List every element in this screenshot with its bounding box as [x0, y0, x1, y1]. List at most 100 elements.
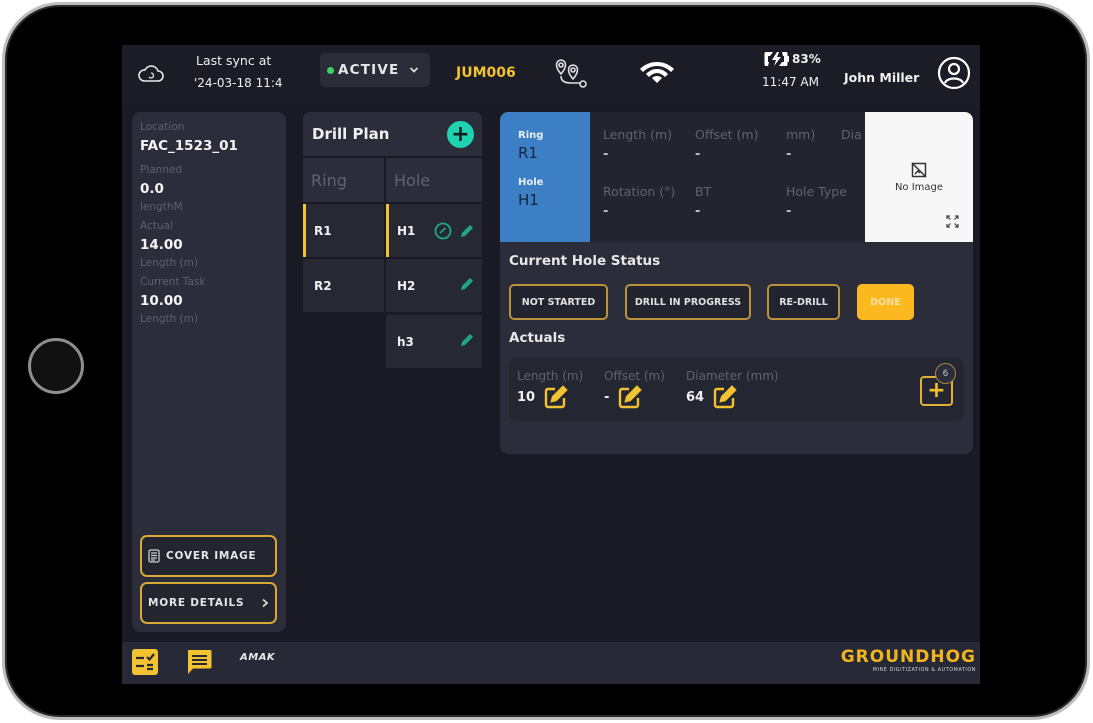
- attr-hole-type-label: Hole Type: [786, 184, 847, 199]
- status-label: ACTIVE: [338, 62, 400, 78]
- ring-label: R2: [314, 278, 332, 293]
- actual-length-field: Length (m) 10: [517, 369, 583, 410]
- hole-label: H1: [397, 223, 416, 238]
- user-name: John Miller: [844, 70, 920, 85]
- hole-label: Hole: [518, 177, 544, 188]
- chevron-right-icon: [262, 598, 269, 608]
- status-label: DONE: [870, 296, 901, 308]
- attr-rotation-value: -: [603, 204, 609, 219]
- ring-item-r1[interactable]: R1: [303, 204, 384, 257]
- attr-offset-label: Offset (m): [695, 127, 759, 142]
- hole-image-preview[interactable]: No Image: [865, 112, 973, 242]
- attr-offset-value: -: [695, 147, 701, 162]
- status-not-started-button[interactable]: NOT STARTED: [509, 284, 608, 320]
- edit-length-icon[interactable]: [543, 385, 568, 410]
- chat-icon[interactable]: [186, 649, 212, 675]
- status-label: NOT STARTED: [521, 296, 596, 308]
- hole-column-header: Hole: [386, 158, 482, 202]
- edit-diameter-icon[interactable]: [712, 385, 737, 410]
- task-checklist-icon[interactable]: [132, 649, 158, 675]
- edit-hole-icon[interactable]: [460, 224, 474, 238]
- hole-item-h1[interactable]: H1: [386, 204, 482, 257]
- attr-mm-label: mm): [786, 127, 816, 142]
- bottom-bar: AMAK GROUNDHOG MINE DIGITIZATION & AUTOM…: [122, 642, 980, 684]
- status-label: DRILL IN PROGRESS: [634, 296, 742, 308]
- attr-rotation-label: Rotation (°): [603, 184, 676, 199]
- actuals-count-badge: 6: [935, 363, 956, 384]
- actual-diameter-field: Diameter (mm) 64: [686, 369, 779, 410]
- status-label: RE-DRILL: [779, 296, 828, 308]
- document-icon: [148, 549, 160, 563]
- top-bar: Last sync at '24-03-18 11:4 ACTIVE JUM00…: [122, 45, 980, 107]
- route-map-icon[interactable]: [552, 57, 590, 91]
- current-task-value: 10.00: [140, 293, 183, 309]
- ring-item-r2[interactable]: R2: [303, 259, 384, 312]
- planned-unit: lengthM: [140, 201, 183, 213]
- add-plan-button[interactable]: +: [447, 121, 474, 148]
- status-dot-icon: [327, 66, 334, 74]
- edit-hole-icon[interactable]: [460, 277, 474, 291]
- hole-value: H1: [518, 191, 539, 209]
- hole-attributes: Length (m) - Offset (m) - mm) - Dia Rota…: [590, 112, 865, 242]
- actual-offset-field: Offset (m) -: [604, 369, 665, 410]
- attr-bt-value: -: [695, 204, 701, 219]
- hole-item-h3[interactable]: h3: [386, 315, 482, 368]
- wifi-icon: [640, 62, 674, 83]
- check-circle-icon: [434, 222, 452, 240]
- attr-hole-type-value: -: [786, 204, 792, 219]
- status-drill-in-progress-button[interactable]: DRILL IN PROGRESS: [625, 284, 751, 320]
- current-task-unit: Length (m): [140, 313, 198, 325]
- planned-label: Planned: [140, 164, 183, 176]
- attr-length-value: -: [603, 147, 609, 162]
- user-profile-icon[interactable]: [937, 56, 971, 90]
- chevron-down-icon: [410, 67, 419, 73]
- cover-image-button[interactable]: COVER IMAGE: [140, 535, 277, 577]
- attr-bt-label: BT: [695, 184, 712, 199]
- no-image-text: No Image: [894, 182, 944, 193]
- cloud-sync-icon[interactable]: [138, 65, 164, 83]
- actual-value: 14.00: [140, 237, 183, 253]
- battery-indicator: 83%: [764, 51, 821, 67]
- more-details-label: MORE DETAILS: [148, 597, 245, 609]
- plus-icon: +: [451, 121, 470, 147]
- location-summary-panel: Location FAC_1523_01 Planned 0.0 lengthM…: [132, 112, 286, 632]
- hole-detail-card: Ring R1 Hole H1 Length (m) - Offset (m) …: [500, 112, 973, 454]
- location-value: FAC_1523_01: [140, 138, 238, 154]
- current-hole-status-title: Current Hole Status: [509, 253, 661, 269]
- actual-length-label: Length (m): [517, 369, 584, 383]
- current-task-label: Current Task: [140, 276, 206, 288]
- brand-logo: GROUNDHOG: [840, 647, 976, 667]
- location-label: Location: [140, 121, 185, 133]
- hole-item-h2[interactable]: H2: [386, 259, 482, 312]
- actuals-panel: Length (m) 10 Offset (m) - Diameter (mm)…: [509, 358, 964, 421]
- ring-column-header: Ring: [303, 158, 384, 202]
- actual-length-value: 10: [517, 390, 536, 405]
- ring-label: R1: [314, 223, 332, 238]
- actual-offset-value: -: [604, 390, 610, 405]
- more-details-button[interactable]: MORE DETAILS: [140, 582, 277, 624]
- hole-label: H2: [397, 278, 416, 293]
- hole-label: h3: [397, 334, 414, 349]
- machine-status-dropdown[interactable]: ACTIVE: [320, 53, 430, 87]
- clock: 11:47 AM: [762, 75, 819, 89]
- status-re-drill-button[interactable]: RE-DRILL: [767, 284, 840, 320]
- home-button[interactable]: [28, 338, 84, 394]
- planned-value: 0.0: [140, 181, 164, 197]
- actual-unit: Length (m): [140, 257, 198, 269]
- expand-icon[interactable]: [946, 215, 959, 228]
- actual-diameter-label: Diameter (mm): [686, 369, 779, 383]
- brand-tagline: MINE DIGITIZATION & AUTOMATION: [872, 668, 976, 673]
- edit-offset-icon[interactable]: [617, 385, 643, 410]
- status-done-button[interactable]: DONE: [857, 284, 914, 320]
- actual-label: Actual: [140, 220, 173, 232]
- battery-percent: 83%: [792, 52, 821, 66]
- actuals-title: Actuals: [509, 330, 566, 346]
- attr-dia-label: Dia: [841, 127, 862, 142]
- edit-hole-icon[interactable]: [460, 333, 474, 347]
- actual-diameter-value: 64: [686, 390, 705, 405]
- drill-plan-header: Drill Plan +: [303, 112, 482, 156]
- last-sync-label: Last sync at: [196, 53, 272, 68]
- last-sync-time: '24-03-18 11:4: [194, 76, 283, 90]
- cover-image-label: COVER IMAGE: [166, 550, 257, 562]
- actual-offset-label: Offset (m): [604, 369, 665, 383]
